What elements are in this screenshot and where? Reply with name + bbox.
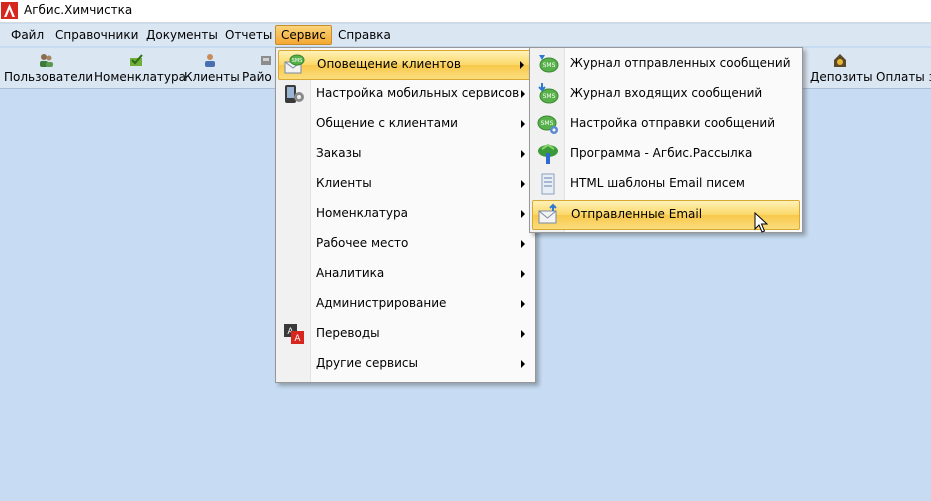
html-template-icon bbox=[541, 173, 555, 195]
submenu-item-label: Настройка отправки сообщений bbox=[570, 116, 776, 130]
service-menu-item-label: Номенклатура bbox=[316, 206, 408, 220]
submenu-arrow-icon bbox=[521, 270, 525, 278]
service-menu-item-nomenclature[interactable]: Номенклатура bbox=[278, 200, 533, 228]
toolbar-deposits-button[interactable]: Депозиты bbox=[810, 50, 873, 86]
service-menu-item-translations[interactable]: A A Переводы bbox=[278, 320, 533, 348]
svg-text:SMS: SMS bbox=[543, 62, 556, 69]
service-menu-item-label: Общение с клиентами bbox=[316, 116, 458, 130]
submenu-arrow-icon bbox=[521, 240, 525, 248]
submenu-item-label: Программа - Агбис.Рассылка bbox=[570, 146, 753, 160]
client-icon bbox=[205, 54, 215, 67]
service-menu-item-label: Рабочее место bbox=[316, 236, 409, 250]
submenu-item-label: HTML шаблоны Email писем bbox=[570, 176, 745, 190]
submenu-item-incoming-messages-log[interactable]: SMS Журнал входящих сообщений bbox=[532, 80, 800, 108]
submenu-item-mailing-program[interactable]: Программа - Агбис.Рассылка bbox=[532, 140, 800, 168]
submenu-arrow-icon bbox=[521, 150, 525, 158]
submenu-item-label: Журнал входящих сообщений bbox=[570, 86, 763, 100]
service-menu-item-label: Клиенты bbox=[316, 176, 372, 190]
submenu-arrow-icon bbox=[521, 300, 525, 308]
service-menu-item-label: Аналитика bbox=[316, 266, 385, 280]
service-menu-item-other-services[interactable]: Другие сервисы bbox=[278, 350, 533, 378]
submenu-arrow-icon bbox=[521, 90, 525, 98]
mouse-cursor-icon bbox=[754, 212, 768, 233]
service-menu-item-client-notifications[interactable]: SMS Оповещение клиентов bbox=[278, 50, 533, 80]
service-menu-item-label: Заказы bbox=[316, 146, 362, 160]
mobile-settings-icon bbox=[285, 85, 304, 103]
email-sent-icon bbox=[538, 203, 557, 224]
region-icon bbox=[261, 56, 271, 65]
submenu-arrow-icon bbox=[521, 180, 525, 188]
service-menu-item-administration[interactable]: Администрирование bbox=[278, 290, 533, 318]
service-menu-item-workplace[interactable]: Рабочее место bbox=[278, 230, 533, 258]
service-menu-item-label: Другие сервисы bbox=[316, 356, 418, 370]
menu-reports[interactable]: Отчеты bbox=[220, 26, 277, 44]
title-bar: Агбис.Химчистка bbox=[0, 0, 931, 23]
toolbar-users-label: Пользователи bbox=[4, 70, 94, 84]
service-menu-item-clients[interactable]: Клиенты bbox=[278, 170, 533, 198]
deposit-icon bbox=[834, 54, 846, 67]
notifications-submenu: SMS Журнал отправленных сообщений SMS Жу… bbox=[529, 47, 803, 233]
toolbar-nomenclature-label: Номенклатура bbox=[94, 70, 186, 84]
mailing-program-icon bbox=[538, 143, 558, 164]
submenu-item-label: Журнал отправленных сообщений bbox=[570, 56, 791, 70]
submenu-item-sent-messages-log[interactable]: SMS Журнал отправленных сообщений bbox=[532, 50, 800, 78]
toolbar-payments-label: Оплаты з bbox=[876, 70, 931, 84]
service-menu-item-label: Оповещение клиентов bbox=[317, 57, 461, 71]
sms-inbox-icon: SMS bbox=[538, 83, 559, 104]
service-menu-item-label: Администрирование bbox=[316, 296, 447, 310]
menu-help[interactable]: Справка bbox=[333, 26, 396, 44]
menu-directories[interactable]: Справочники bbox=[50, 26, 143, 44]
service-menu-item-analytics[interactable]: Аналитика bbox=[278, 260, 533, 288]
app-logo-icon bbox=[1, 2, 18, 19]
toolbar-regions-button[interactable]: Райо bbox=[242, 50, 276, 86]
svg-text:SMS: SMS bbox=[292, 58, 303, 64]
menu-file[interactable]: Файл bbox=[6, 26, 49, 44]
toolbar-clients-button[interactable]: Клиенты bbox=[184, 50, 240, 86]
nomenclature-icon bbox=[130, 54, 143, 66]
toolbar-deposits-label: Депозиты bbox=[810, 70, 873, 84]
submenu-item-label: Отправленные Email bbox=[571, 207, 703, 221]
service-menu-item-mobile-settings[interactable]: Настройка мобильных сервисов bbox=[278, 80, 533, 108]
submenu-arrow-icon bbox=[521, 120, 525, 128]
toolbar-regions-label: Райо bbox=[242, 70, 272, 84]
service-menu: SMS Оповещение клиентов Настройка мобиль… bbox=[275, 47, 536, 383]
menu-service[interactable]: Сервис bbox=[275, 25, 332, 45]
service-menu-item-label: Переводы bbox=[316, 326, 380, 340]
toolbar-clients-label: Клиенты bbox=[184, 70, 240, 84]
svg-text:A: A bbox=[294, 334, 301, 344]
svg-text:SMS: SMS bbox=[543, 93, 556, 100]
toolbar-payments-button[interactable]: Оплаты з bbox=[876, 50, 931, 86]
service-menu-item-orders[interactable]: Заказы bbox=[278, 140, 533, 168]
submenu-arrow-icon bbox=[520, 61, 524, 69]
submenu-arrow-icon bbox=[521, 360, 525, 368]
toolbar-users-button[interactable]: Пользователи bbox=[4, 50, 94, 86]
service-menu-item-client-communication[interactable]: Общение с клиентами bbox=[278, 110, 533, 138]
sms-settings-icon: SMS bbox=[537, 115, 558, 134]
sms-sent-icon: SMS bbox=[539, 55, 559, 73]
menu-bar: Файл Справочники Документы Отчеты Сервис… bbox=[0, 24, 931, 46]
submenu-arrow-icon bbox=[521, 210, 525, 218]
submenu-arrow-icon bbox=[521, 330, 525, 338]
menu-documents[interactable]: Документы bbox=[141, 26, 223, 44]
sms-mail-icon: SMS bbox=[284, 54, 305, 74]
translate-icon: A A bbox=[284, 324, 304, 344]
submenu-item-html-templates[interactable]: HTML шаблоны Email писем bbox=[532, 170, 800, 198]
service-menu-item-label: Настройка мобильных сервисов bbox=[316, 86, 520, 100]
toolbar-nomenclature-button[interactable]: Номенклатура bbox=[94, 50, 186, 86]
window-title: Агбис.Химчистка bbox=[24, 3, 133, 17]
users-icon bbox=[40, 54, 53, 67]
submenu-item-message-settings[interactable]: SMS Настройка отправки сообщений bbox=[532, 110, 800, 138]
svg-text:SMS: SMS bbox=[541, 120, 554, 127]
